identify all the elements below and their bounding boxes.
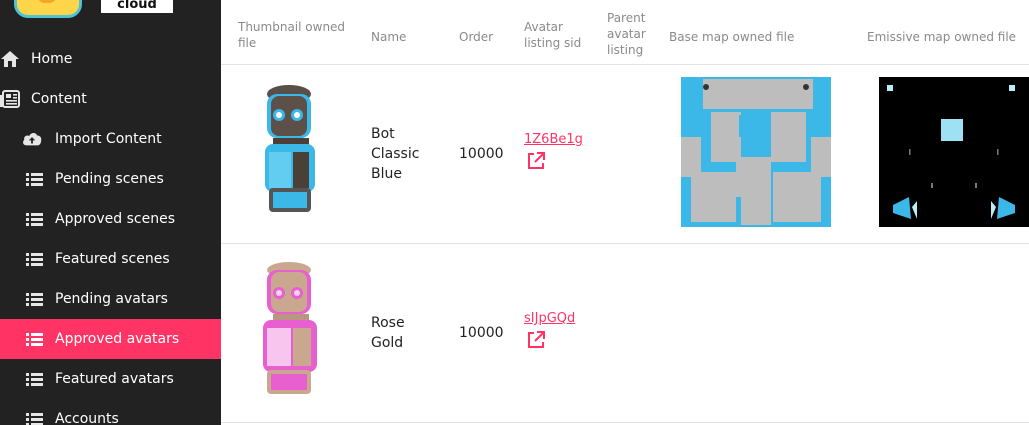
- sidebar-item-content[interactable]: Content: [0, 79, 221, 119]
- avatar-sid-link[interactable]: sIJpGQd: [524, 311, 575, 326]
- sidebar-item-home[interactable]: Home: [0, 39, 221, 79]
- avatar-sid-link[interactable]: 1Z6Be1g: [524, 132, 583, 147]
- header-thumbnail[interactable]: Thumbnail owned file: [238, 19, 345, 51]
- sidebar-item-label: Content: [31, 91, 87, 107]
- avatar-name: Rose Gold: [371, 313, 405, 353]
- external-link-icon[interactable]: [526, 330, 546, 350]
- emissive-map-image: [879, 77, 1029, 227]
- sidebar-item-featured-scenes[interactable]: Featured scenes: [0, 239, 221, 279]
- avatars-table: Thumbnail owned file Name Order Avatar l…: [221, 0, 1029, 425]
- header-base-map[interactable]: Base map owned file: [669, 29, 794, 45]
- header-parent-avatar-listing[interactable]: Parent avatar listing: [607, 10, 646, 58]
- name-line: Gold: [371, 335, 404, 351]
- header-line: file: [238, 36, 257, 50]
- sidebar: cloud Home Content Import Content Pendin…: [0, 0, 221, 425]
- avatar-order: 10000: [459, 325, 504, 341]
- home-icon: [0, 49, 20, 69]
- sidebar-item-label: Pending scenes: [55, 171, 164, 187]
- row-divider: [221, 243, 1029, 244]
- list-icon: [24, 409, 44, 425]
- avatar-thumbnail: [265, 85, 315, 212]
- list-icon: [24, 249, 44, 269]
- name-line: Blue: [371, 166, 402, 182]
- header-avatar-listing-sid[interactable]: Avatar listing sid: [524, 19, 581, 51]
- sidebar-item-label: Home: [31, 51, 73, 67]
- header-line: listing sid: [524, 36, 582, 50]
- list-icon: [24, 369, 44, 389]
- sidebar-item-accounts[interactable]: Accounts: [0, 399, 221, 425]
- list-icon: [24, 209, 44, 229]
- list-icon: [24, 169, 44, 189]
- header-line: listing: [607, 43, 644, 57]
- list-icon: [24, 329, 44, 349]
- newspaper-icon: [0, 89, 20, 109]
- sidebar-item-label: Accounts: [55, 411, 119, 425]
- logo-icon: [14, 0, 82, 18]
- sidebar-item-label: Pending avatars: [55, 291, 168, 307]
- sidebar-item-approved-scenes[interactable]: Approved scenes: [0, 199, 221, 239]
- sidebar-item-label: Approved avatars: [55, 331, 180, 347]
- cloud-upload-icon: [22, 129, 42, 149]
- row-divider: [221, 422, 1029, 423]
- sidebar-item-approved-avatars[interactable]: Approved avatars: [0, 319, 221, 359]
- avatar-thumbnail: [263, 262, 317, 394]
- sidebar-item-label: Featured avatars: [55, 371, 174, 387]
- name-line: Classic: [371, 146, 420, 162]
- name-line: Rose: [371, 315, 405, 331]
- external-link-icon[interactable]: [526, 151, 546, 171]
- header-order[interactable]: Order: [459, 29, 493, 45]
- header-name[interactable]: Name: [371, 29, 406, 45]
- header-line: Thumbnail owned: [238, 20, 346, 34]
- list-icon: [24, 289, 44, 309]
- table-header: Thumbnail owned file Name Order Avatar l…: [221, 0, 1029, 65]
- header-emissive-map[interactable]: Emissive map owned file: [867, 29, 1016, 45]
- sidebar-item-featured-avatars[interactable]: Featured avatars: [0, 359, 221, 399]
- header-line: Avatar: [524, 20, 563, 34]
- sidebar-item-pending-avatars[interactable]: Pending avatars: [0, 279, 221, 319]
- header-line: avatar: [607, 27, 646, 41]
- name-line: Bot: [371, 126, 395, 142]
- sidebar-item-pending-scenes[interactable]: Pending scenes: [0, 159, 221, 199]
- brand-logo[interactable]: cloud: [0, 0, 221, 18]
- sidebar-item-label: Approved scenes: [55, 211, 175, 227]
- sidebar-item-import-content[interactable]: Import Content: [0, 119, 221, 159]
- sidebar-item-label: Featured scenes: [55, 251, 170, 267]
- base-map-image: [681, 77, 831, 227]
- sidebar-item-label: Import Content: [55, 131, 162, 147]
- avatar-order: 10000: [459, 146, 504, 162]
- logo-text: cloud: [101, 0, 173, 13]
- header-line: Parent: [607, 11, 646, 25]
- avatar-name: Bot Classic Blue: [371, 124, 419, 184]
